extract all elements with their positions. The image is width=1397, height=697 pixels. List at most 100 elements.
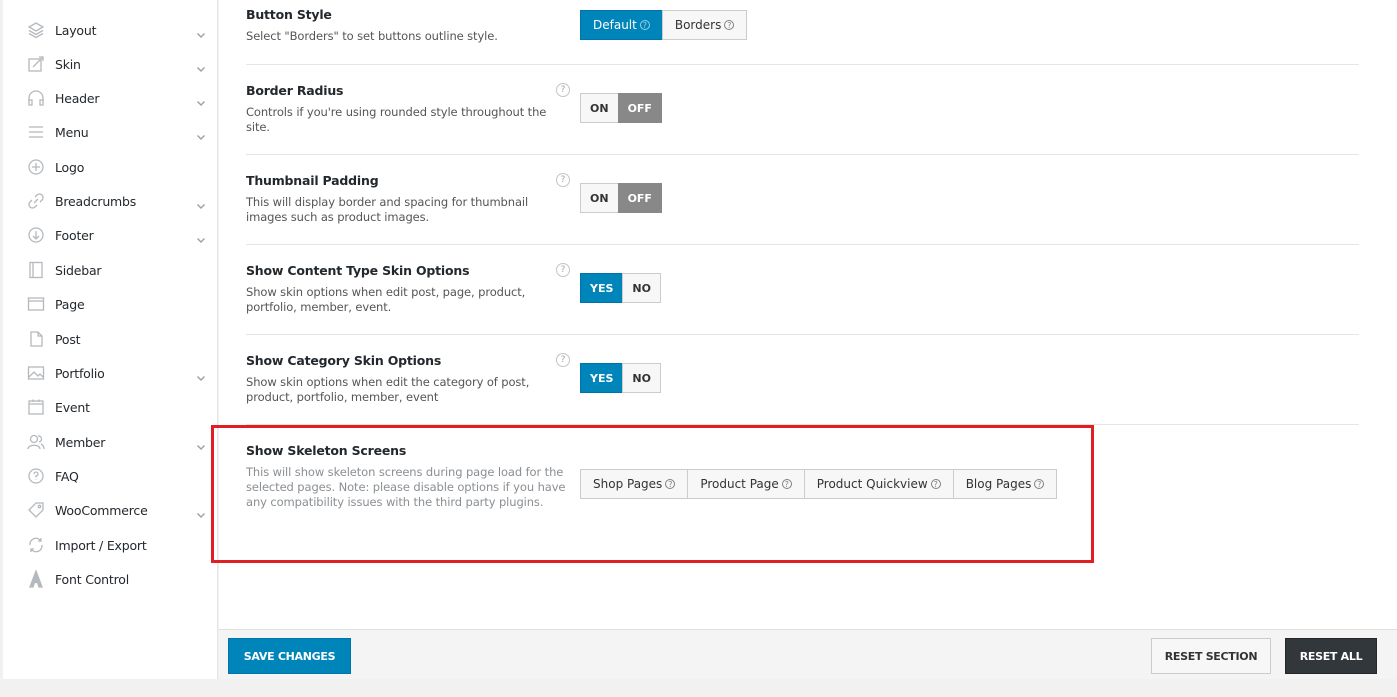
sidebar-item-label: Member xyxy=(55,434,106,450)
toggle-on[interactable]: ON xyxy=(580,183,619,213)
sidebar-item-label: Skin xyxy=(55,56,81,72)
sidebar-item-layout[interactable]: Layout xyxy=(3,13,218,47)
help-icon[interactable]: ? xyxy=(556,173,570,187)
category-skin-toggle: YES NO xyxy=(580,363,661,393)
sidebar-item-label: Font Control xyxy=(55,571,129,587)
help-icon: ? xyxy=(1034,479,1045,489)
setting-title: Show Skeleton Screens xyxy=(246,443,407,458)
chevron-down-icon xyxy=(196,230,206,243)
browser-icon xyxy=(27,295,45,313)
sidebar-item-label: FAQ xyxy=(55,468,79,484)
footer-bar: SAVE CHANGES RESET SECTION RESET ALL xyxy=(219,629,1397,679)
sidebar-item-label: WooCommerce xyxy=(55,502,148,518)
sidebar: Layout Skin Header Menu Logo Breadcrumbs… xyxy=(3,0,218,679)
option-default[interactable]: Default? xyxy=(580,10,663,40)
thumbnail-padding-toggle: ON OFF xyxy=(580,183,662,213)
setting-description: Controls if you're using rounded style t… xyxy=(246,105,547,134)
sidebar-item-post[interactable]: Post xyxy=(3,322,218,356)
sidebar-item-label: Footer xyxy=(55,227,94,243)
setting-button-style: Button Style Select "Borders" to set but… xyxy=(246,0,1359,65)
button-style-selector: Default? Borders? xyxy=(580,10,748,40)
reset-all-button[interactable]: RESET ALL xyxy=(1285,638,1377,674)
sidebar-item-label: Sidebar xyxy=(55,262,102,278)
sidebar-item-label: Event xyxy=(55,399,90,415)
help-circle-icon xyxy=(27,467,45,485)
setting-border-radius: Border Radius Controls if you're using r… xyxy=(246,76,1359,155)
sidebar-item-sidebar[interactable]: Sidebar xyxy=(3,253,218,287)
toggle-yes[interactable]: YES xyxy=(580,363,624,393)
chevron-down-icon xyxy=(196,127,206,140)
arrow-down-circle-icon xyxy=(27,226,45,244)
setting-title: Thumbnail Padding xyxy=(246,173,379,188)
setting-skeleton-screens: Show Skeleton Screens This will show ske… xyxy=(246,436,1359,536)
chevron-down-icon xyxy=(196,368,206,381)
help-icon: ? xyxy=(781,479,792,489)
chevron-down-icon xyxy=(196,93,206,106)
setting-category-skin: Show Category Skin Options Show skin opt… xyxy=(246,346,1359,425)
sidebar-item-portfolio[interactable]: Portfolio xyxy=(3,356,218,390)
sidebar-item-skin[interactable]: Skin xyxy=(3,47,218,81)
sidebar-item-label: Import / Export xyxy=(55,537,147,553)
calendar-icon xyxy=(27,398,45,416)
sidebar-item-footer[interactable]: Footer xyxy=(3,218,218,252)
sidebar-item-label: Logo xyxy=(55,159,85,175)
option-shop-pages[interactable]: Shop Pages? xyxy=(580,469,689,499)
chevron-down-icon xyxy=(196,59,206,72)
sidebar-item-event[interactable]: Event xyxy=(3,390,218,424)
refresh-icon xyxy=(27,536,45,554)
sidebar-item-label: Post xyxy=(55,331,81,347)
toggle-no[interactable]: NO xyxy=(622,363,661,393)
skeleton-pages-selector: Shop Pages? Product Page? Product Quickv… xyxy=(580,469,1058,499)
sidebar-icon xyxy=(27,261,45,279)
sidebar-item-label: Header xyxy=(55,90,100,106)
option-blog-pages[interactable]: Blog Pages? xyxy=(952,469,1058,499)
sidebar-item-menu[interactable]: Menu xyxy=(3,115,218,149)
setting-content-type-skin: Show Content Type Skin Options Show skin… xyxy=(246,256,1359,335)
toggle-no[interactable]: NO xyxy=(622,273,661,303)
image-icon xyxy=(27,364,45,382)
save-changes-button[interactable]: SAVE CHANGES xyxy=(228,638,351,674)
sidebar-item-label: Layout xyxy=(55,22,97,38)
font-icon xyxy=(27,570,45,588)
help-icon[interactable]: ? xyxy=(556,353,570,367)
sidebar-item-member[interactable]: Member xyxy=(3,425,218,459)
setting-title: Border Radius xyxy=(246,83,344,98)
sidebar-item-faq[interactable]: FAQ xyxy=(3,459,218,493)
toggle-yes[interactable]: YES xyxy=(580,273,624,303)
reset-section-button[interactable]: RESET SECTION xyxy=(1151,638,1271,674)
headphones-icon xyxy=(27,89,45,107)
toggle-off[interactable]: OFF xyxy=(617,183,662,213)
option-borders[interactable]: Borders? xyxy=(661,10,748,40)
help-icon[interactable]: ? xyxy=(556,263,570,277)
sidebar-item-font-control[interactable]: Font Control xyxy=(3,562,218,596)
plus-circle-icon xyxy=(27,158,45,176)
chevron-down-icon xyxy=(196,25,206,38)
setting-description: Show skin options when edit post, page, … xyxy=(246,285,526,314)
sidebar-item-logo[interactable]: Logo xyxy=(3,150,218,184)
sidebar-item-page[interactable]: Page xyxy=(3,287,218,321)
paint-icon xyxy=(27,55,45,73)
chevron-down-icon xyxy=(196,505,206,518)
help-icon[interactable]: ? xyxy=(556,83,570,97)
toggle-on[interactable]: ON xyxy=(580,93,619,123)
option-product-page[interactable]: Product Page? xyxy=(687,469,805,499)
setting-thumbnail-padding: Thumbnail Padding This will display bord… xyxy=(246,166,1359,245)
sidebar-item-import-export[interactable]: Import / Export xyxy=(3,528,218,562)
sidebar-item-breadcrumbs[interactable]: Breadcrumbs xyxy=(3,184,218,218)
setting-description: Select "Borders" to set buttons outline … xyxy=(246,29,498,43)
sidebar-item-label: Page xyxy=(55,296,85,312)
help-icon: ? xyxy=(639,20,650,30)
help-icon: ? xyxy=(724,20,735,30)
setting-description: This will show skeleton screens during p… xyxy=(246,465,566,509)
sidebar-item-woocommerce[interactable]: WooCommerce xyxy=(3,493,218,527)
option-product-quickview[interactable]: Product Quickview? xyxy=(803,469,954,499)
sidebar-item-label: Menu xyxy=(55,124,89,140)
layers-icon xyxy=(27,21,45,39)
setting-title: Show Category Skin Options xyxy=(246,353,442,368)
help-icon: ? xyxy=(665,479,676,489)
content-type-skin-toggle: YES NO xyxy=(580,273,661,303)
menu-icon xyxy=(27,123,45,141)
toggle-off[interactable]: OFF xyxy=(617,93,662,123)
sidebar-item-header[interactable]: Header xyxy=(3,81,218,115)
tag-icon xyxy=(27,501,45,519)
